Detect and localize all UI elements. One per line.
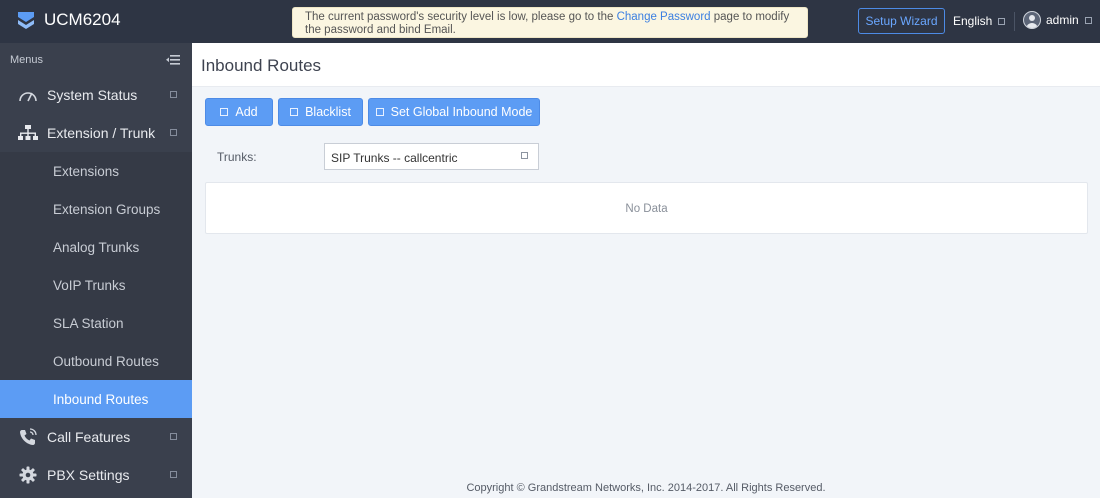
menus-header: Menus (0, 43, 192, 76)
notice-text-before: The current password's security level is… (305, 11, 617, 23)
sidebar-item-label: Outbound Routes (53, 353, 159, 369)
user-name: admin (1046, 13, 1079, 27)
trunks-select[interactable]: SIP Trunks -- callcentric (324, 143, 539, 170)
language-selector[interactable]: English (953, 14, 1006, 28)
change-password-link[interactable]: Change Password (617, 11, 711, 23)
page-header: Inbound Routes (192, 43, 1100, 87)
top-bar: UCM6204 The current password's security … (0, 0, 1100, 43)
collapse-icon (170, 129, 177, 136)
collapse-menu-icon[interactable] (166, 55, 180, 65)
page-title: Inbound Routes (201, 56, 322, 75)
sidebar-item-extension-trunk[interactable]: Extension / Trunk (0, 114, 192, 152)
sidebar-item-system-status[interactable]: System Status (0, 76, 192, 114)
gear-icon (18, 466, 38, 484)
add-icon (220, 108, 229, 116)
footer-copyright: Copyright © Grandstream Networks, Inc. 2… (466, 482, 826, 494)
set-global-inbound-mode-button[interactable]: Set Global Inbound Mode (368, 98, 540, 126)
sidebar: Menus System Status Extension / Trunk Ex… (0, 43, 192, 498)
trunks-label: Trunks: (217, 150, 257, 164)
sidebar-item-label: SLA Station (53, 315, 124, 331)
sidebar-item-voip-trunks[interactable]: VoIP Trunks (0, 266, 192, 304)
empty-state-text: No Data (625, 203, 668, 215)
sidebar-item-sla-station[interactable]: SLA Station (0, 304, 192, 342)
security-notice: The current password's security level is… (292, 7, 808, 38)
sidebar-item-label: Analog Trunks (53, 239, 140, 255)
grandstream-logo-icon (18, 12, 34, 29)
sidebar-item-label: Extension Groups (53, 201, 161, 217)
sidebar-item-label: VoIP Trunks (53, 277, 126, 293)
blacklist-button[interactable]: Blacklist (278, 98, 363, 126)
sidebar-item-label: System Status (47, 87, 138, 103)
inbound-routes-table: No Data (205, 182, 1088, 234)
phone-icon (18, 428, 38, 446)
sidebar-item-extensions[interactable]: Extensions (0, 152, 192, 190)
sidebar-item-call-features[interactable]: Call Features (0, 418, 192, 456)
add-button-label: Add (235, 105, 258, 119)
add-button[interactable]: Add (205, 98, 273, 126)
sidebar-item-outbound-routes[interactable]: Outbound Routes (0, 342, 192, 380)
blacklist-icon (290, 108, 299, 116)
language-label: English (953, 14, 993, 28)
set-global-inbound-mode-label: Set Global Inbound Mode (390, 105, 533, 119)
network-icon (18, 124, 38, 142)
expand-icon (170, 471, 177, 478)
chevron-down-icon (521, 152, 528, 159)
expand-icon (170, 91, 177, 98)
blacklist-button-label: Blacklist (305, 105, 351, 119)
avatar-icon (1023, 11, 1041, 29)
sidebar-item-extension-groups[interactable]: Extension Groups (0, 190, 192, 228)
header-divider (1014, 12, 1015, 31)
sidebar-item-label: PBX Settings (47, 467, 130, 483)
sidebar-item-inbound-routes[interactable]: Inbound Routes (0, 380, 192, 418)
menus-title: Menus (10, 54, 44, 66)
chevron-down-icon (1084, 16, 1092, 24)
settings-icon (375, 108, 384, 116)
app-name: UCM6204 (44, 10, 121, 29)
sidebar-item-label: Call Features (47, 429, 131, 445)
trunks-select-value: SIP Trunks -- callcentric (331, 151, 458, 165)
sidebar-item-pbx-settings[interactable]: PBX Settings (0, 456, 192, 494)
sidebar-item-analog-trunks[interactable]: Analog Trunks (0, 228, 192, 266)
chevron-down-icon (998, 17, 1006, 25)
sidebar-item-label: Extensions (53, 163, 120, 179)
user-menu[interactable]: admin (1023, 11, 1092, 29)
setup-wizard-button[interactable]: Setup Wizard (858, 8, 945, 34)
gauge-icon (18, 86, 38, 104)
expand-icon (170, 433, 177, 440)
sidebar-item-label: Inbound Routes (53, 391, 149, 407)
sidebar-item-label: Extension / Trunk (47, 125, 156, 141)
logo[interactable]: UCM6204 (16, 9, 121, 31)
